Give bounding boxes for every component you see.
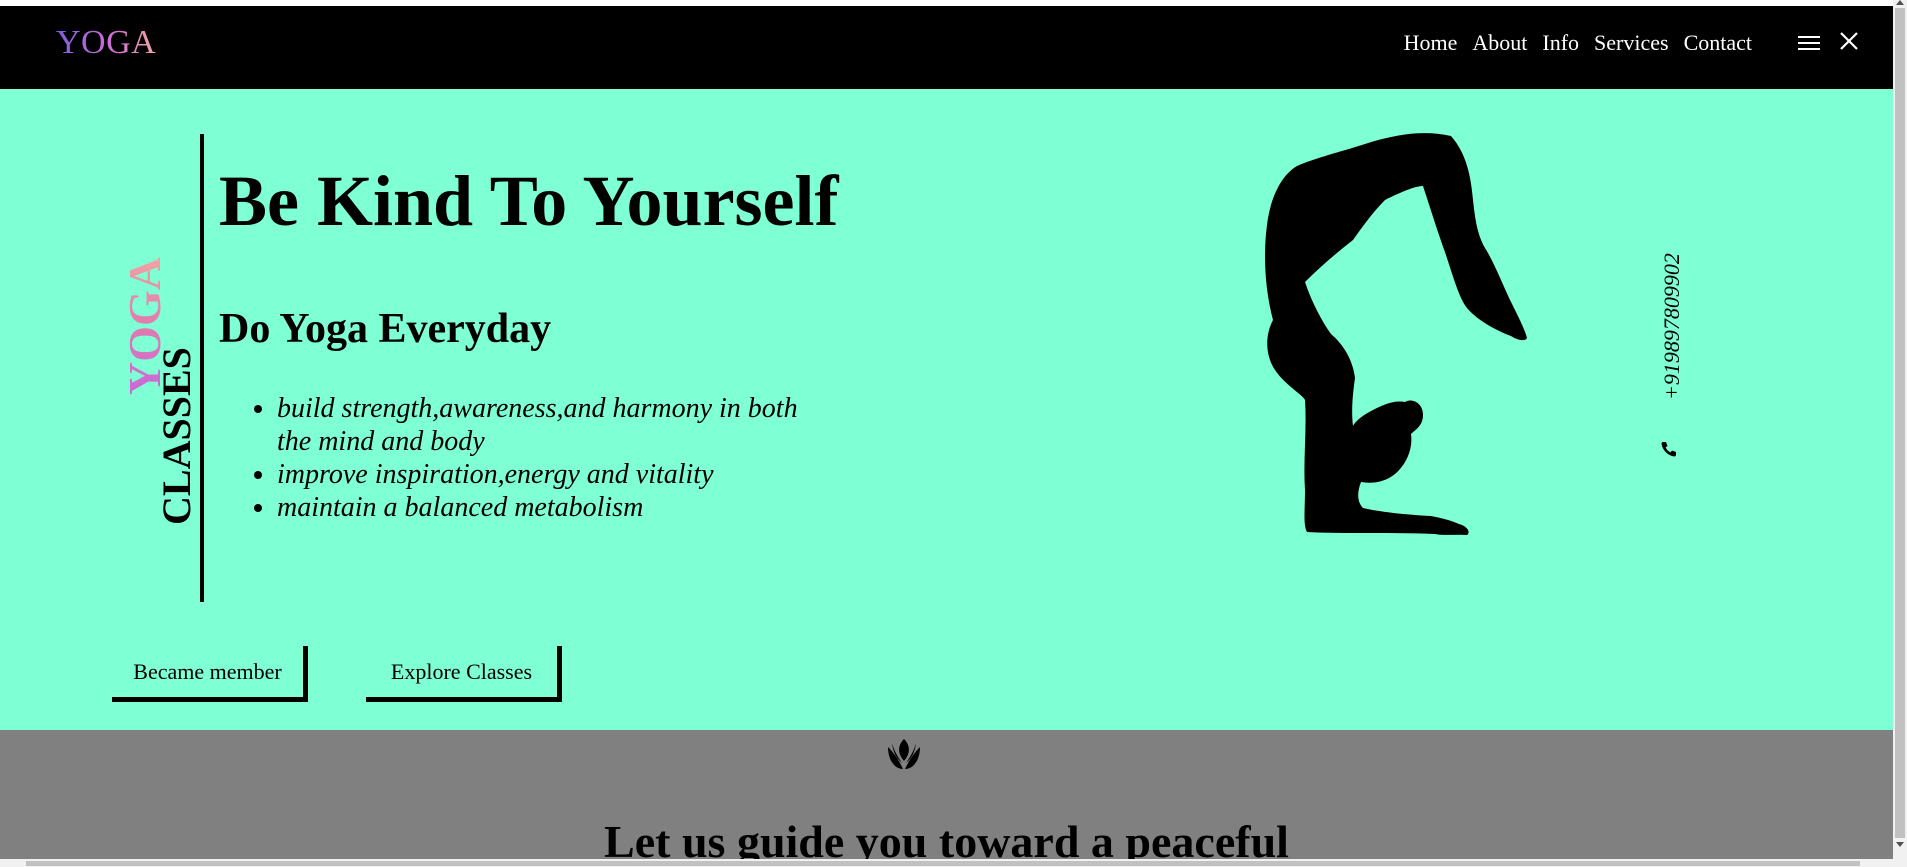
scroll-up-icon[interactable] [1896,0,1904,5]
lotus-icon [888,739,920,769]
scroll-down-icon[interactable] [1896,842,1904,847]
nav-links: Home About Info Services Contact [1404,30,1752,56]
explore-classes-button[interactable]: Explore Classes [366,646,562,702]
horizontal-scrollbar-thumb[interactable] [26,861,1860,866]
hamburger-icon[interactable] [1798,32,1820,52]
logo[interactable]: YOGA [56,24,156,62]
become-member-button[interactable]: Became member [112,646,308,702]
nav-link-services[interactable]: Services [1594,30,1669,56]
close-icon[interactable] [1838,30,1860,52]
benefits-list: build strength,awareness,and harmony in … [235,392,817,524]
vertical-scrollbar-thumb[interactable] [1895,8,1905,838]
yoga-pose-silhouette [1265,133,1527,536]
nav-link-home[interactable]: Home [1404,30,1458,56]
guide-heading: Let us guide you toward a peaceful [604,816,1289,859]
list-item: improve inspiration,energy and vitality [277,458,817,491]
side-title-classes: CLASSES [154,347,199,525]
phone-icon [1661,442,1676,457]
list-item: build strength,awareness,and harmony in … [277,392,817,458]
nav-link-info[interactable]: Info [1542,30,1579,56]
hero-subheading: Do Yoga Everyday [219,306,552,352]
page-viewport: YOGA Home About Info Services Contact YO… [0,0,1893,859]
hero-headline: Be Kind To Yourself [219,161,839,241]
hero-divider-line [200,134,204,602]
nav-link-about[interactable]: About [1472,30,1527,56]
phone-number[interactable]: +919897809902 [1659,253,1685,400]
nav-link-contact[interactable]: Contact [1684,30,1752,56]
navbar: YOGA Home About Info Services Contact [0,6,1893,89]
list-item: maintain a balanced metabolism [277,491,817,524]
